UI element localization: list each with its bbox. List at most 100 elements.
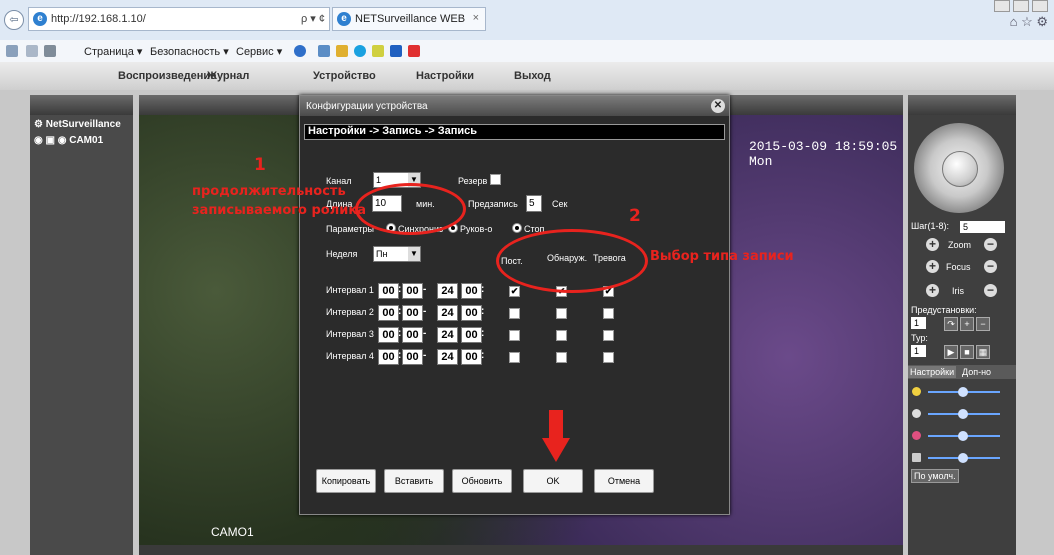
time-separator: : [398,350,402,361]
close-tab-icon[interactable]: × [473,12,479,24]
menu-security[interactable]: Безопасность ▾ [150,45,229,58]
menu-settings[interactable]: Настройки [416,70,474,82]
saturation-slider[interactable] [928,431,1000,441]
focus-plus-icon[interactable]: + [926,260,939,273]
video-toolbar[interactable] [139,545,903,555]
alarm-record-checkbox[interactable] [603,352,614,363]
prerecord-input[interactable]: 5 [526,195,542,212]
ok-button[interactable]: OK [523,469,583,493]
feeds-icon[interactable] [6,45,18,57]
browser-tab[interactable]: e NETSurveillance WEB × [332,7,486,31]
interval-time-start-h[interactable]: 00 [378,283,399,299]
app-menu-bar: Воспроизведение Журнал Устройство Настро… [0,62,1054,91]
iris-plus-icon[interactable]: + [926,284,939,297]
brightness-slider[interactable] [928,387,1000,397]
interval-time-start-m[interactable]: 00 [402,305,423,321]
time-separator: : [481,306,485,317]
interval-time-start-m[interactable]: 00 [402,283,423,299]
refresh-button[interactable]: Обновить [452,469,512,493]
menu-playback[interactable]: Воспроизведение [118,70,216,82]
alarm-record-checkbox[interactable] [603,308,614,319]
interval-time-end-h[interactable]: 24 [437,327,458,343]
tour-grid-icon[interactable]: ▦ [976,345,990,359]
tour-stop-icon[interactable]: ■ [960,345,974,359]
back-icon[interactable]: ⇦ [4,10,24,30]
tour-select[interactable]: 1 [911,345,926,357]
week-select[interactable]: Пн ▼ [373,246,421,262]
tab-extra[interactable]: Доп-но [960,366,993,378]
preset-set-icon[interactable]: ↷ [944,317,958,331]
home-star-gear-icons[interactable]: ⌂ ☆ ⚙ [1010,14,1048,30]
interval-time-start-m[interactable]: 00 [402,349,423,365]
default-button[interactable]: По умолч. [911,469,959,483]
breadcrumb-text: Настройки -> Запись -> Запись [308,125,478,137]
tab-image-settings[interactable]: Настройки [908,366,957,378]
motion-record-checkbox[interactable] [556,308,567,319]
paste-button[interactable]: Вставить [384,469,444,493]
motion-record-checkbox[interactable] [556,330,567,341]
ptz-center-button[interactable] [942,151,978,187]
constant-record-checkbox[interactable] [509,352,520,363]
camera-item[interactable]: ◉ ▣ ◉ CAM01 [34,135,103,146]
interval-time-end-h[interactable]: 24 [437,349,458,365]
gear-addon-icon[interactable] [336,45,348,57]
addon3-icon[interactable] [408,45,420,57]
alarm-record-checkbox[interactable] [603,330,614,341]
constant-record-checkbox[interactable]: ✔ [509,286,520,297]
step-select[interactable]: 5 [960,221,1005,233]
url-field[interactable]: e http://192.168.1.10/ ρ ▾ ¢ [28,7,330,31]
constant-record-checkbox[interactable] [509,330,520,341]
motion-record-checkbox[interactable] [556,352,567,363]
device-name[interactable]: ⚙ NetSurveillance [34,119,121,130]
tour-play-icon[interactable]: ▶ [944,345,958,359]
menu-exit[interactable]: Выход [514,70,551,82]
help-icon[interactable] [294,45,306,57]
interval-time-end-m[interactable]: 00 [461,349,482,365]
iris-minus-icon[interactable]: − [984,284,997,297]
focus-label: Focus [946,262,971,272]
search-refresh-icon[interactable]: ρ ▾ ¢ [301,12,325,25]
config-dialog: Конфигурации устройства ✕ Настройки -> З… [299,95,730,515]
menu-device[interactable]: Устройство [313,70,376,82]
preset-select[interactable]: 1 [911,317,926,329]
interval-time-start-h[interactable]: 00 [378,349,399,365]
contrast-slider[interactable] [928,409,1000,419]
menu-tools[interactable]: Сервис ▾ [236,45,282,58]
preset-remove-icon[interactable]: − [976,317,990,331]
interval-time-start-m[interactable]: 00 [402,327,423,343]
constant-record-checkbox[interactable] [509,308,520,319]
menu-page[interactable]: Страница ▾ [84,45,142,58]
mail-icon[interactable] [26,45,38,57]
time-separator: - [423,284,427,295]
close-icon[interactable]: ✕ [711,99,725,113]
interval-label: Интервал 1 [326,285,374,295]
interval-time-end-h[interactable]: 24 [437,283,458,299]
interval-time-start-h[interactable]: 00 [378,305,399,321]
interval-time-end-m[interactable]: 00 [461,305,482,321]
hue-slider[interactable] [928,453,1000,463]
reserve-checkbox[interactable] [490,174,501,185]
interval-time-end-m[interactable]: 00 [461,283,482,299]
chevron-down-icon: ▼ [408,247,420,261]
interval-time-end-m[interactable]: 00 [461,327,482,343]
bluetooth-icon[interactable] [390,45,402,57]
addon-icon[interactable] [318,45,330,57]
interval-time-start-h[interactable]: 00 [378,327,399,343]
arrow-down-icon [542,410,570,462]
print-icon[interactable] [44,45,56,57]
ptz-panel: Шаг(1-8): 5 + Zoom − + Focus − + Iris − … [908,95,1016,555]
zoom-minus-icon[interactable]: − [984,238,997,251]
cancel-button[interactable]: Отмена [594,469,654,493]
preset-add-icon[interactable]: + [960,317,974,331]
focus-minus-icon[interactable]: − [984,260,997,273]
addon2-icon[interactable] [372,45,384,57]
browser-address-bar: ⇦ e http://192.168.1.10/ ρ ▾ ¢ e NETSurv… [0,0,1054,41]
interval-time-end-h[interactable]: 24 [437,305,458,321]
skype-icon[interactable] [354,45,366,57]
mode-stop-radio[interactable] [512,223,522,233]
ptz-direction-pad[interactable] [914,123,1004,213]
copy-button[interactable]: Копировать [316,469,376,493]
menu-log[interactable]: Журнал [207,70,249,82]
interval-label: Интервал 3 [326,329,374,339]
zoom-plus-icon[interactable]: + [926,238,939,251]
